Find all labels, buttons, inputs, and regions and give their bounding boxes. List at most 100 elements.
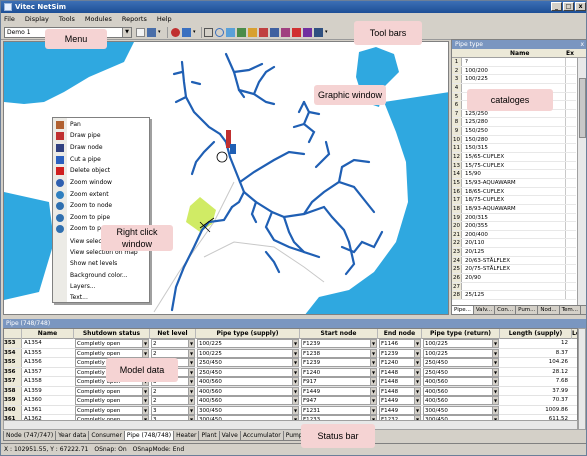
cell-ret[interactable]: 300/450 ▼ — [423, 405, 499, 415]
column-header[interactable]: End node — [378, 329, 422, 339]
table-row[interactable]: 355A1356Completly open▼2▼250/450▼F1239▼F… — [4, 358, 577, 368]
cell-name[interactable]: A1354 — [22, 339, 74, 348]
chevron-down-icon[interactable]: ▼ — [414, 349, 420, 357]
cell-level[interactable]: 3▼ — [151, 405, 195, 415]
table-horizontal-scrollbar[interactable] — [3, 420, 578, 430]
menu-file[interactable]: File — [4, 15, 15, 23]
chevron-down-icon[interactable]: ▼ — [142, 406, 148, 414]
chevron-down-icon[interactable]: ▼ — [188, 359, 194, 366]
column-header[interactable]: Pipe type (return) — [422, 329, 500, 339]
cell-end[interactable]: F1239 ▼ — [379, 348, 421, 358]
zoom-extent-icon[interactable] — [237, 28, 246, 37]
chevron-down-icon[interactable]: ▼ — [492, 397, 498, 404]
chevron-down-icon[interactable]: ▼ — [142, 349, 148, 357]
cell-end[interactable]: F1449 ▼ — [379, 405, 421, 415]
cell-name[interactable]: A1359 — [22, 387, 74, 396]
delete-icon[interactable] — [292, 28, 301, 37]
chevron-down-icon[interactable]: ▼ — [122, 28, 131, 37]
chevron-down-icon[interactable]: ▼ — [370, 340, 376, 347]
zoom-icon[interactable] — [215, 28, 224, 37]
cell-status[interactable]: Completly open ▼ — [75, 396, 149, 405]
chevron-down-icon[interactable]: ▼ — [188, 340, 194, 347]
chevron-down-icon[interactable]: ▼ — [414, 359, 420, 366]
column-header[interactable]: Length (supply) — [500, 329, 572, 339]
menu-tools[interactable]: Tools — [59, 15, 75, 23]
menu-display[interactable]: Display — [25, 15, 49, 23]
catalog-row[interactable]: 19 200/315 — [452, 213, 576, 223]
cell-status[interactable]: Completly open ▼ — [75, 405, 149, 415]
chevron-down-icon[interactable]: ▼ — [492, 359, 498, 366]
cell-status[interactable]: Completly open ▼ — [75, 339, 149, 348]
chart-icon[interactable] — [171, 28, 180, 37]
dropdown-arrow-icon-2[interactable]: ▾ — [193, 28, 198, 37]
model-tab[interactable]: Accumulator — [239, 431, 284, 441]
cell-end[interactable]: F1448 ▼ — [379, 386, 421, 396]
catalog-row[interactable]: 12 15/65-CUFLEX — [452, 153, 576, 162]
chevron-down-icon[interactable]: ▼ — [414, 397, 420, 404]
chevron-down-icon[interactable]: ▼ — [492, 340, 498, 347]
draw-pipe-icon[interactable] — [259, 28, 268, 37]
model-tab[interactable]: Plant — [198, 431, 220, 441]
dropdown-arrow-icon-3[interactable]: ▾ — [325, 28, 330, 37]
table-row[interactable]: 360 A1361 Completly open ▼ 3 ▼ 300/450 ▼ F1231 ▼ F… — [4, 405, 577, 415]
cell-start[interactable]: F1449 ▼ — [301, 386, 377, 396]
ctx-delete-object[interactable]: Delete object — [70, 166, 110, 175]
cell-len[interactable]: 7.68 — [500, 377, 572, 386]
chevron-down-icon[interactable]: ▼ — [142, 387, 148, 395]
column-header[interactable]: Name — [22, 329, 74, 339]
cell-len[interactable]: 104.26 — [500, 358, 572, 367]
catalog-row[interactable]: 25 20/75-STÅLFLEX — [452, 265, 576, 275]
maximize-button[interactable]: □ — [563, 2, 574, 11]
chevron-down-icon[interactable]: ▼ — [292, 387, 298, 395]
chevron-down-icon[interactable]: ▼ — [188, 406, 194, 414]
model-tab[interactable]: Heater — [173, 431, 200, 441]
chevron-down-icon[interactable]: ▼ — [414, 340, 420, 347]
catalog-row[interactable]: 21 200/400 — [452, 230, 576, 240]
catalog-row[interactable]: 28 25/125 — [452, 291, 576, 300]
cell-supply[interactable]: 400/560 ▼ — [197, 396, 299, 405]
cell-ret[interactable]: 100/225 ▼ — [423, 339, 499, 348]
chevron-down-icon[interactable]: ▼ — [292, 340, 298, 347]
cell-start[interactable]: F1239 ▼ — [301, 339, 377, 348]
chevron-down-icon[interactable]: ▼ — [492, 406, 498, 414]
cell-len[interactable]: 70.37 — [500, 396, 572, 405]
ctx-layers[interactable]: Layers... — [70, 282, 96, 291]
table-icon[interactable] — [182, 28, 191, 37]
cell-name[interactable]: A1356 — [22, 358, 74, 367]
chevron-down-icon[interactable]: ▼ — [188, 378, 194, 385]
cell-ret[interactable]: 100/225 ▼ — [423, 348, 499, 358]
chevron-down-icon[interactable]: ▼ — [492, 378, 498, 385]
cell-level[interactable]: 2▼ — [151, 386, 195, 396]
ctx-show-net-levels[interactable]: Show net levels — [70, 259, 117, 268]
cell-len[interactable]: 28.12 — [500, 368, 572, 377]
close-icon[interactable]: x — [580, 40, 584, 49]
ctx-cut-pipe[interactable]: Cut a pipe — [70, 155, 101, 164]
table-vertical-scrollbar[interactable] — [578, 328, 586, 430]
chevron-down-icon[interactable]: ▼ — [188, 387, 194, 395]
table-row[interactable]: 359 A1360 Completly open ▼ 2 ▼ 400/560 ▼ F947 ▼ F1… — [4, 396, 577, 406]
minimize-button[interactable]: _ — [551, 2, 562, 11]
cell-supply[interactable]: 400/560 ▼ — [197, 377, 299, 386]
cell-len[interactable]: 37.99 — [500, 387, 572, 396]
cell-end[interactable]: F1449 ▼ — [379, 396, 421, 405]
catalog-row[interactable]: 18 18/93-AQUAWARM — [452, 204, 576, 214]
cell-end[interactable]: F1448 ▼ — [379, 377, 421, 386]
cell-name[interactable]: A1358 — [22, 377, 74, 386]
cell-ret[interactable]: 400/560 ▼ — [423, 377, 499, 386]
cell-level[interactable]: 2▼ — [151, 348, 195, 358]
chevron-down-icon[interactable]: ▼ — [414, 406, 420, 414]
cell-start[interactable]: F1240 ▼ — [301, 367, 377, 377]
ctx-draw-node[interactable]: Draw node — [70, 143, 103, 152]
save-icon[interactable] — [147, 28, 156, 37]
cell-start[interactable]: F917 ▼ — [301, 377, 377, 386]
catalog-row[interactable]: 23 20/125 — [452, 248, 576, 257]
table-row[interactable]: 356A1357Completly open▼2▼250/450▼F1240▼F… — [4, 367, 577, 377]
chevron-down-icon[interactable]: ▼ — [292, 406, 298, 414]
catalog-scrollbar[interactable] — [577, 58, 586, 305]
cell-name[interactable]: A1357 — [22, 368, 74, 377]
heater-marker[interactable] — [230, 144, 236, 154]
cell-start[interactable]: F1231 ▼ — [301, 405, 377, 415]
ctx-background-color[interactable]: Background color... — [70, 271, 128, 280]
chevron-down-icon[interactable]: ▼ — [370, 368, 376, 376]
chevron-down-icon[interactable]: ▼ — [188, 349, 194, 357]
